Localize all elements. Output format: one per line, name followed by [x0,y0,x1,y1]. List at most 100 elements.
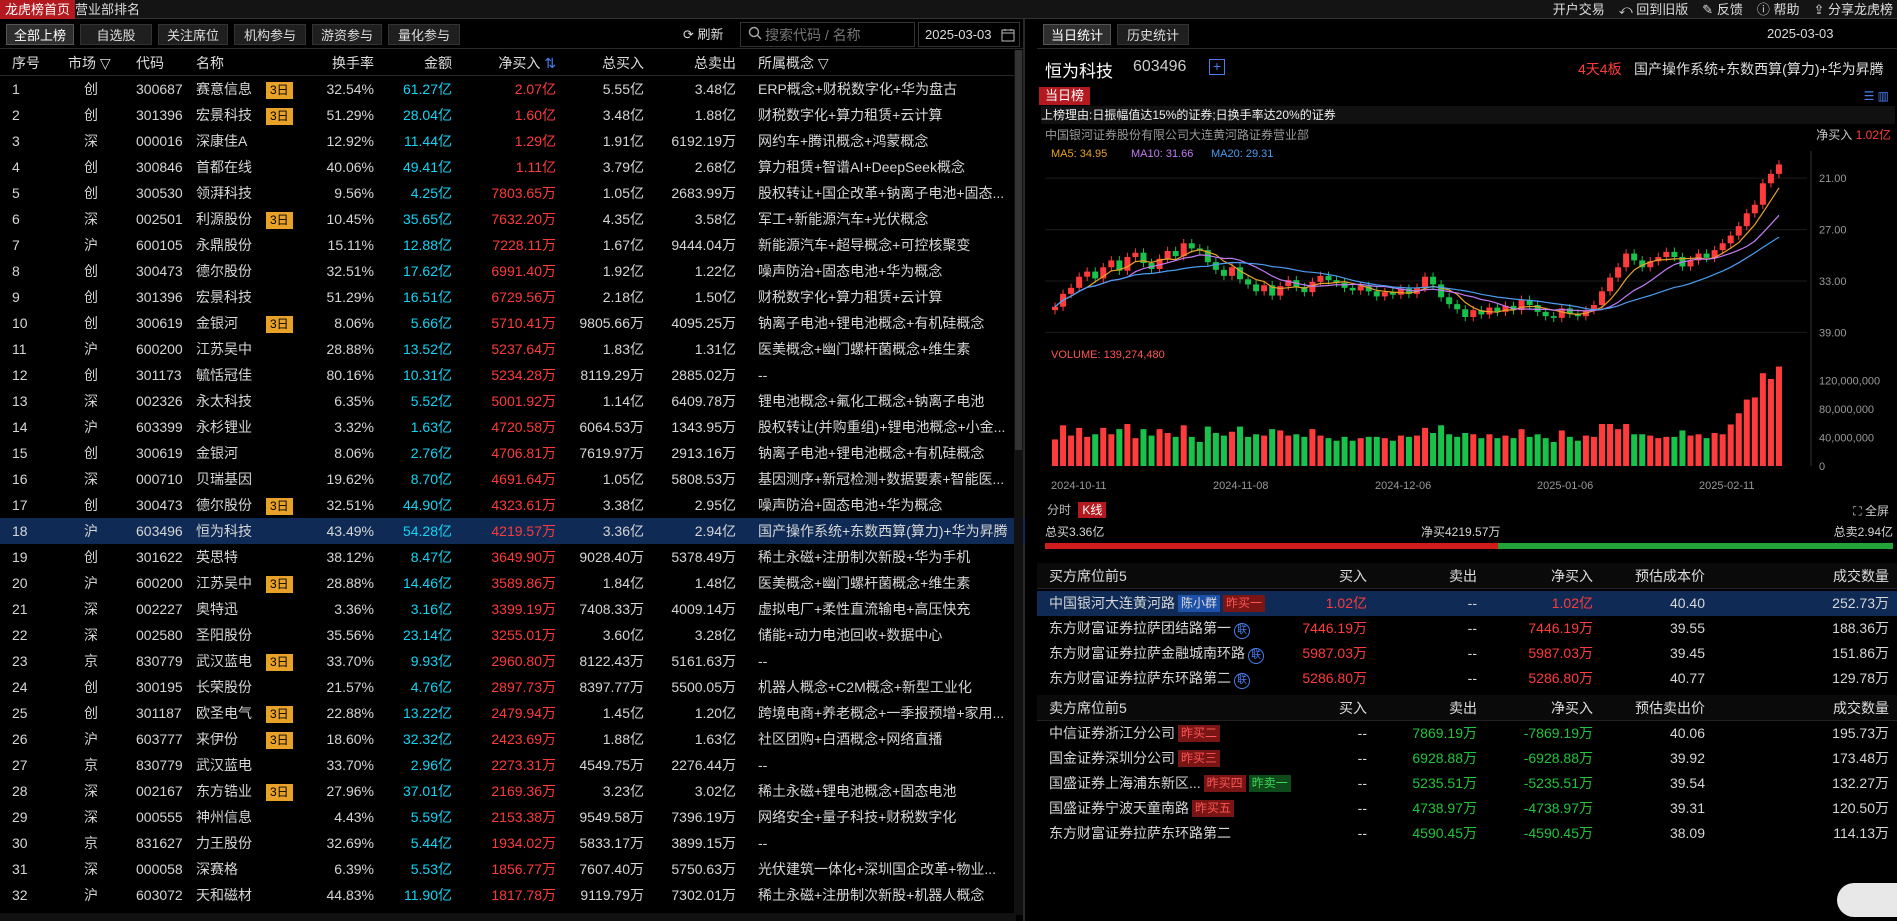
help-link[interactable]: ⓘ 帮助 [1757,0,1800,19]
floating-helper-icon[interactable] [1837,883,1897,917]
col-concept[interactable]: 所属概念 ▽ [758,50,829,76]
seat-row[interactable]: 东方财富证券拉萨团结路第一联 7446.19万 -- 7446.19万 39.55 188… [1037,616,1897,641]
share-link[interactable]: ⇪ 分享龙虎榜 [1813,0,1893,19]
col-code[interactable]: 代码 [136,50,164,76]
table-row[interactable]: 19 创 301622 英思特 38.12% 8.47亿 3649.90万 9028.40万 5… [0,544,1025,570]
table-row[interactable]: 20 沪 600200 江苏吴中 28.88% 14.46亿 3589.86万 1.84亿 1.… [0,570,1025,596]
cell-code: 301622 [136,549,183,565]
linked-icon[interactable]: 联 [1234,623,1250,639]
table-row[interactable]: 13 深 002326 永太科技 6.35% 5.52亿 5001.92万 1.14亿 6409… [0,388,1025,414]
filter-institution-button[interactable]: 机构参与 [234,24,306,45]
cell-name: 江苏吴中 [196,341,252,357]
table-row[interactable]: 29 深 000555 神州信息 4.43% 5.59亿 2153.38万 9549.58万 7… [0,804,1025,830]
filter-quant-button[interactable]: 量化参与 [388,24,460,45]
tab-dragon-tiger-home[interactable]: 龙虎榜首页 [0,0,76,19]
table-row[interactable]: 5 创 300530 领湃科技 9.56% 4.25亿 7803.65万 1.05亿 2683.… [0,180,1025,206]
seat-row[interactable]: 国盛证券上海浦东新区... 昨买四 昨卖一 -- 5235.51万 -5235.51万 39… [1037,771,1897,796]
volume-bar [1156,429,1163,466]
col-net-buy[interactable]: 净买入 ⇅ [488,50,556,76]
tab-kline[interactable]: K线 [1078,502,1107,518]
volume-bar [1687,435,1694,466]
table-row[interactable]: 28 深 002167 东方锆业 27.96% 37.01亿 2169.36万 3.23亿 3.… [0,778,1025,804]
filter-watchlist-button[interactable]: 自选股 [80,24,152,45]
table-row[interactable]: 21 深 002227 奥特迅 3.36% 3.16亿 3399.19万 7408.33万 40… [0,596,1025,622]
seat-row[interactable]: 东方财富证券拉萨东环路第二联 5286.80万 -- 5286.80万 40.77 129… [1037,666,1897,691]
volume-bar [1309,429,1316,466]
table-row[interactable]: 32 沪 603072 天和磁材 44.83% 11.90亿 1817.78万 9119.79… [0,882,1025,908]
table-row[interactable]: 14 沪 603399 永杉锂业 3.32% 1.63亿 4720.58万 6064.53万 1… [0,414,1025,440]
tab-branch-ranking[interactable]: 营业部排名 [70,0,145,19]
table-row[interactable]: 16 深 000710 贝瑞基因 19.62% 8.70亿 4691.64万 1.05亿 580… [0,466,1025,492]
table-row[interactable]: 3 深 000016 深康佳A 12.92% 11.44亿 1.29亿 1.91亿 6192.1… [0,128,1025,154]
table-row[interactable]: 24 创 300195 长荣股份 21.57% 4.76亿 2897.73万 8397.77万… [0,674,1025,700]
search-input[interactable] [740,22,915,47]
table-row[interactable]: 22 深 002580 圣阳股份 35.56% 23.14亿 3255.01万 3.60亿 3.… [0,622,1025,648]
ma-label: MA5: 34.95 [1051,148,1107,160]
refresh-button[interactable]: ⟳ 刷新 [683,24,724,45]
vertical-scrollbar[interactable] [1014,50,1023,915]
candle-body [1775,164,1782,174]
table-row[interactable]: 8 创 300473 德尔股份 32.51% 17.62亿 6991.40万 1.92亿 1.2… [0,258,1025,284]
table-row[interactable]: 26 沪 603777 来伊份 18.60% 32.32亿 2423.69万 1.88亿 1.6… [0,726,1025,752]
horizontal-scrollbar[interactable] [0,913,1016,921]
back-old-version-link[interactable]: ⤺ 回到旧版 [1619,0,1689,19]
table-row[interactable]: 12 创 301173 毓恬冠佳 80.16% 10.31亿 5234.28万 8119.29… [0,362,1025,388]
view-toggle-icons[interactable]: ☰ ▥ [1864,89,1889,103]
cell-net-buy: 4720.58万 [491,419,556,435]
fullscreen-button[interactable]: ⛶ 全屏 [1853,502,1889,519]
filter-hotmoney-button[interactable]: 游资参与 [312,24,382,45]
filter-all-button[interactable]: 全部上榜 [6,24,74,45]
add-watchlist-icon[interactable]: + [1209,59,1225,75]
filter-bar: 全部上榜 自选股 关注席位 机构参与 游资参与 量化参与 ⟳ 刷新 2025-0… [0,19,1025,49]
col-turnover[interactable]: 换手率 [310,50,374,76]
filter-follow-seats-button[interactable]: 关注席位 [158,24,228,45]
table-row[interactable]: 23 京 830779 武汉蓝电 33.70% 9.93亿 2960.80万 8122.43万… [0,648,1025,674]
volume-bar [1478,438,1485,466]
seat-sell: -- [1467,620,1477,636]
table-row[interactable]: 2 创 301396 宏景科技 51.29% 28.04亿 1.60亿 3.48亿 1.88亿 财… [0,102,1025,128]
col-index[interactable]: 序号 [12,50,40,76]
table-row[interactable]: 10 创 300619 金银河 8.06% 5.66亿 5710.41万 9805.66万 40… [0,310,1025,336]
date-picker[interactable]: 2025-03-03 [918,22,1020,47]
table-row[interactable]: 30 京 831627 力王股份 32.69% 5.44亿 1934.02万 5833.17万… [0,830,1025,856]
col-total-sell[interactable]: 总卖出 [670,50,736,76]
table-row[interactable]: 18 沪 603496 恒为科技 43.49% 54.28亿 4219.57万 3.36亿 2.… [0,518,1025,544]
col-name[interactable]: 名称 [196,50,224,76]
tab-intraday[interactable]: 分时 [1043,502,1075,518]
table-row[interactable]: 27 京 830779 武汉蓝电 33.70% 2.96亿 2273.31万 4549.75万… [0,752,1025,778]
table-row[interactable]: 6 深 002501 利源股份 10.45% 35.65亿 7632.20万 4.35亿 3.5… [0,206,1025,232]
cell-code: 300846 [136,159,183,175]
list-icon[interactable]: ☰ [1864,89,1878,103]
col-total-buy[interactable]: 总买入 [580,50,644,76]
col-amount[interactable]: 金额 [400,50,452,76]
scrollbar-thumb[interactable] [1015,50,1022,450]
table-row[interactable]: 15 创 300619 金银河 8.06% 2.76亿 4706.81万 7619.97万 29… [0,440,1025,466]
ma-label: MA10: 31.66 [1131,148,1193,160]
seat-row[interactable]: 国金证券深圳分公司 昨买三 -- 6928.88万 -6928.88万 39.92 173.… [1037,746,1897,771]
feedback-link[interactable]: ✎ 反馈 [1702,0,1743,19]
table-row[interactable]: 1 创 300687 赛意信息 32.54% 61.27亿 2.07亿 5.55亿 3.48亿 E… [0,76,1025,102]
table-row[interactable]: 7 沪 600105 永鼎股份 15.11% 12.88亿 7228.11万 1.67亿 944… [0,232,1025,258]
detail-date[interactable]: 2025-03-03 [1767,19,1834,49]
seat-row[interactable]: 中信证券浙江分公司 昨买二 -- 7869.19万 -7869.19万 40.06 195.… [1037,721,1897,746]
table-row[interactable]: 4 创 300846 首都在线 40.06% 49.41亿 1.11亿 3.79亿 2.68亿 算… [0,154,1025,180]
open-account-link[interactable]: 开户交易 [1553,0,1605,19]
tab-history-stats[interactable]: 历史统计 [1117,24,1189,45]
cell-amount: 12.88亿 [402,237,452,253]
cell-turnover: 19.62% [326,471,374,487]
seat-row[interactable]: 东方财富证券拉萨东环路第二 -- 4590.45万 -4590.45万 38.09 114… [1037,821,1897,846]
col-market[interactable]: 市场 ▽ [68,50,111,76]
seat-row[interactable]: 东方财富证券拉萨金融城南环路联 5987.03万 -- 5987.03万 39.45 15… [1037,641,1897,666]
kline-chart[interactable]: MA5: 34.95 MA10: 31.66 MA20: 29.31 VOLUME:… [1037,141,1897,501]
cell-amount: 5.59亿 [410,809,452,825]
seat-row[interactable]: 中国银河大连黄河路 陈小群 昨买一 1.02亿 -- 1.02亿 40.40 252.73万 [1037,591,1897,616]
table-row[interactable]: 17 创 300473 德尔股份 32.51% 44.90亿 4323.61万 3.38亿 2.… [0,492,1025,518]
table-row[interactable]: 31 深 000058 深赛格 6.39% 5.53亿 1856.77万 7607.40万 57… [0,856,1025,882]
bar-chart-icon[interactable]: ▥ [1878,89,1889,103]
table-row[interactable]: 25 创 301187 欧圣电气 22.88% 13.22亿 2479.94万 1.45亿 1.… [0,700,1025,726]
table-row[interactable]: 11 沪 600200 江苏吴中 28.88% 13.52亿 5237.64万 1.83亿 1.… [0,336,1025,362]
table-row[interactable]: 9 创 301396 宏景科技 51.29% 16.51亿 6729.56万 2.18亿 1.5… [0,284,1025,310]
linked-icon[interactable]: 联 [1234,673,1250,689]
tab-today-stats[interactable]: 当日统计 [1043,24,1111,45]
seat-row[interactable]: 国盛证券宁波天童南路 昨买五 -- 4738.97万 -4738.97万 39.31 120… [1037,796,1897,821]
